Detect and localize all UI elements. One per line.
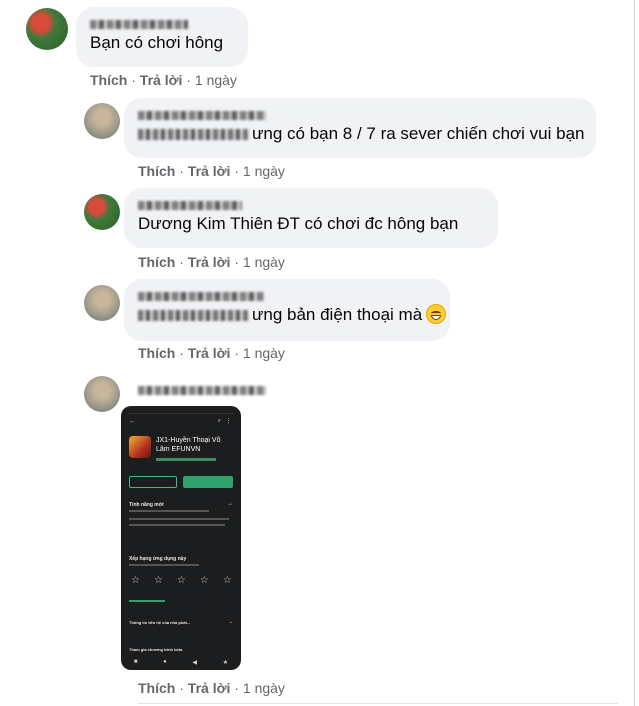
back-arrow-icon: ← — [129, 418, 136, 425]
avatar[interactable] — [84, 376, 120, 412]
phone-status-bar — [129, 409, 233, 414]
timestamp[interactable]: 1 ngày — [243, 163, 285, 179]
write-review-link — [129, 600, 165, 602]
app-title: JX1-Huyền Thoại Võ Lâm EFUNVN — [156, 437, 221, 453]
reply-input-edge[interactable] — [138, 703, 618, 704]
separator: · — [234, 345, 239, 361]
nav-circle-icon: ● — [163, 659, 167, 665]
avatar[interactable] — [26, 8, 68, 50]
reply-link[interactable]: Trả lời — [188, 345, 231, 361]
page-edge-rule — [634, 0, 635, 706]
like-link[interactable]: Thích — [90, 72, 127, 88]
comment-actions: Thích · Trả lời · 1 ngày — [138, 680, 285, 696]
separator: · — [179, 345, 184, 361]
phone-nav-bar: ■ ● ◀ ★ — [121, 659, 241, 666]
like-link[interactable]: Thích — [138, 680, 175, 696]
nav-square-icon: ■ — [133, 659, 138, 665]
reply-link[interactable]: Trả lời — [188, 163, 231, 179]
reply-link[interactable]: Trả lời — [140, 72, 183, 88]
grinning-face-icon — [426, 304, 447, 324]
whats-new-text — [129, 510, 209, 512]
whats-new-text — [129, 524, 225, 526]
comment-text: ưng bản điện thoại mà — [138, 304, 447, 326]
timestamp[interactable]: 1 ngày — [195, 72, 237, 88]
app-developer — [156, 458, 216, 461]
rate-app-heading: Xếp hạng ứng dụng này — [129, 556, 187, 562]
avatar[interactable] — [84, 285, 120, 321]
comment-bubble: Bạn có chơi hông — [76, 7, 248, 67]
attached-screenshot-image[interactable]: ← ⌕ ⋮ JX1-Huyền Thoại Võ Lâm EFUNVN Tính… — [121, 406, 241, 670]
developer-contact-heading: Thông tin liên hệ của nhà phát... — [129, 620, 191, 625]
nav-back-icon: ◀ — [192, 660, 198, 666]
comment-actions: Thích · Trả lời · 1 ngày — [138, 163, 285, 179]
comment-actions: Thích · Trả lời · 1 ngày — [138, 345, 285, 361]
whats-new-text — [129, 518, 229, 520]
comment-bubble: Dương Kim Thiên ĐT có chơi đc hông bạn — [124, 188, 498, 248]
comment-author-redacted[interactable] — [138, 106, 582, 123]
separator: · — [131, 72, 136, 88]
comment-actions: Thích · Trả lời · 1 ngày — [90, 72, 237, 88]
like-link[interactable]: Thích — [138, 254, 175, 270]
separator: · — [234, 163, 239, 179]
arrow-right-icon: → — [227, 501, 233, 507]
nav-star-icon: ★ — [222, 660, 229, 666]
comment-actions: Thích · Trả lời · 1 ngày — [138, 254, 285, 270]
separator: · — [179, 254, 184, 270]
comment-author-redacted[interactable] — [138, 196, 484, 213]
play-button — [183, 476, 233, 488]
avatar[interactable] — [84, 103, 120, 139]
avatar[interactable] — [84, 194, 120, 230]
separator: · — [179, 163, 184, 179]
comment-bubble: ưng có bạn 8 / 7 ra sever chiến chơi vui… — [124, 98, 596, 158]
comment-author-redacted[interactable] — [138, 381, 266, 398]
comment-text: Bạn có chơi hông — [90, 33, 224, 52]
timestamp[interactable]: 1 ngày — [243, 680, 285, 696]
like-link[interactable]: Thích — [138, 345, 175, 361]
comment-author-redacted[interactable] — [138, 287, 436, 304]
uninstall-button — [129, 476, 177, 488]
comment-text: Dương Kim Thiên ĐT có chơi đc hông bạn — [138, 214, 459, 233]
timestamp[interactable]: 1 ngày — [243, 254, 285, 270]
chevron-down-icon: ⌄ — [228, 619, 233, 625]
separator: · — [234, 254, 239, 270]
comment-author-redacted[interactable] — [90, 15, 234, 32]
search-icon: ⌕ — [217, 418, 221, 424]
comment-text: ưng có bạn 8 / 7 ra sever chiến chơi vui… — [138, 123, 585, 145]
app-icon — [129, 436, 151, 458]
beta-program-heading: Tham gia chương trình beta — [129, 647, 183, 652]
separator: · — [186, 72, 191, 88]
comment-bubble: ưng bản điện thoại mà — [124, 279, 450, 341]
whats-new-heading: Tính năng mới — [129, 502, 164, 508]
rate-app-text — [129, 564, 199, 566]
more-icon: ⋮ — [225, 418, 232, 425]
like-link[interactable]: Thích — [138, 163, 175, 179]
timestamp[interactable]: 1 ngày — [243, 345, 285, 361]
reply-link[interactable]: Trả lời — [188, 254, 231, 270]
reply-link[interactable]: Trả lời — [188, 680, 231, 696]
separator: · — [234, 680, 239, 696]
separator: · — [179, 680, 184, 696]
rating-stars: ☆☆☆☆☆ — [131, 575, 241, 586]
